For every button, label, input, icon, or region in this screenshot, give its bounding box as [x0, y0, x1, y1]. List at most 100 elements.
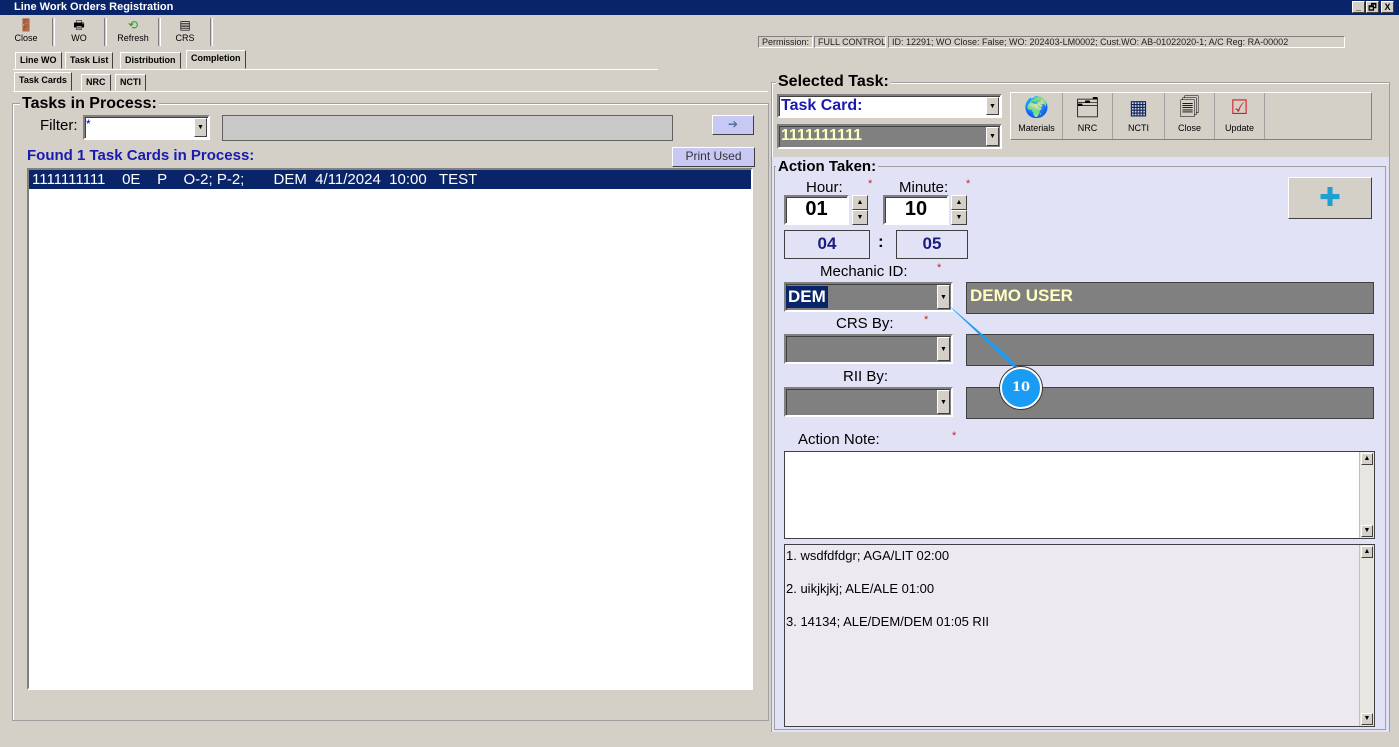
clipboard-check-icon: ☑ [1230, 97, 1249, 119]
crs-by-label: CRS By: [836, 315, 894, 332]
required-marker: * [952, 430, 957, 442]
apply-filter-button[interactable]: ➔ [712, 115, 754, 135]
label: NRC [1077, 123, 1098, 133]
toolbar-refresh-button[interactable]: ⟲ Refresh [112, 18, 154, 48]
form-edit-icon: ▤ [179, 18, 191, 32]
toolbar-crs-button[interactable]: ▤ CRS [165, 18, 205, 48]
mechanic-id-combo[interactable]: DEM ▼ [784, 282, 953, 312]
arrow-right-icon: ➔ [727, 117, 739, 131]
action-note-input[interactable]: ▲ ▼ [784, 451, 1375, 539]
tasks-in-process-title: Tasks in Process: [20, 95, 159, 112]
label: Materials [1018, 123, 1055, 133]
crs-by-combo[interactable]: ▼ [784, 334, 953, 364]
tab-distribution[interactable]: Distribution [120, 52, 181, 69]
minute-label: Minute: [899, 179, 949, 196]
minute-up-icon[interactable]: ▲ [951, 195, 967, 210]
plus-icon: ✚ [1319, 182, 1341, 212]
toolbar-close-button[interactable]: 🚪 Close [5, 18, 47, 48]
action-note-label: Action Note: [798, 431, 880, 448]
minute-down-icon[interactable]: ▼ [951, 210, 967, 225]
print-used-button[interactable]: Print Used [672, 147, 755, 167]
total-hours: 04 [784, 230, 870, 259]
update-button[interactable]: ☑ Update [1215, 93, 1265, 139]
nrc-button[interactable]: 🗂 NRC [1063, 93, 1113, 139]
separator [52, 18, 55, 46]
time-colon: : [878, 232, 884, 251]
permission-label: Permission: [758, 36, 813, 48]
globe-hand-icon: 🌍 [1024, 97, 1049, 119]
task-number-combo[interactable]: 1111111111 ▼ [777, 124, 1002, 149]
chevron-down-icon[interactable]: ▼ [194, 118, 207, 137]
task-number-value: 1111111111 [781, 127, 863, 144]
toolbar-wo-button[interactable]: 🖶 WO [60, 18, 98, 48]
subtab-task-cards[interactable]: Task Cards [14, 72, 72, 91]
found-count-label: Found 1 Task Cards in Process: [27, 147, 255, 164]
subtab-nrc[interactable]: NRC [81, 74, 111, 91]
label: NCTI [1128, 123, 1149, 133]
scrollbar[interactable]: ▲ ▼ [1359, 452, 1374, 538]
minimize-button[interactable]: _ [1352, 1, 1365, 13]
maximize-button[interactable]: 🗗 [1366, 1, 1379, 13]
required-marker: * [937, 262, 942, 274]
label: WO [71, 33, 87, 43]
label: Close [1177, 123, 1201, 133]
permission-value: FULL CONTROL [814, 36, 886, 48]
scrollbar[interactable]: ▲ ▼ [1359, 545, 1374, 726]
printer-icon: 🖶 [73, 18, 85, 32]
divider [13, 69, 658, 70]
separator [210, 18, 213, 46]
hour-label: Hour: [806, 179, 843, 196]
divider [13, 91, 768, 92]
task-type-value: Task Card: [781, 97, 863, 114]
close-task-button[interactable]: 🗐 Close [1165, 93, 1215, 139]
folder-doc-icon: 🗂 [1074, 97, 1101, 119]
rii-by-label: RII By: [843, 368, 889, 385]
log-entry: 3. 14134; ALE/DEM/DEM 01:05 RII [786, 614, 990, 629]
hour-input[interactable]: 01 [784, 195, 849, 225]
title-bar: Line Work Orders Registration [0, 0, 1399, 15]
window-title: Line Work Orders Registration [14, 1, 174, 13]
action-taken-title: Action Taken: [776, 158, 879, 175]
filter-label: Filter: [40, 117, 78, 134]
wo-info: ID: 12291; WO Close: False; WO: 202403-L… [888, 36, 1345, 48]
label: Refresh [117, 33, 149, 43]
tab-completion[interactable]: Completion [186, 50, 246, 69]
refresh-icon: ⟲ [127, 18, 139, 32]
log-entry: 1. wsdfdfdgr; AGA/LIT 02:00 [786, 548, 950, 563]
required-marker: * [868, 178, 873, 190]
callout-tail [945, 302, 1025, 378]
tab-task-list[interactable]: Task List [65, 52, 114, 69]
add-action-button[interactable]: ✚ [1288, 177, 1372, 219]
label: CRS [175, 33, 195, 43]
separator [158, 18, 161, 46]
separator [104, 18, 107, 46]
chevron-down-icon[interactable]: ▼ [986, 97, 999, 115]
mechanic-id-label: Mechanic ID: [820, 263, 908, 280]
chevron-down-icon[interactable]: ▼ [986, 127, 999, 146]
close-window-button[interactable]: X [1381, 1, 1394, 13]
filter-combo[interactable]: * ▼ [83, 115, 210, 140]
materials-button[interactable]: 🌍 Materials [1011, 93, 1063, 139]
rii-by-combo[interactable]: ▼ [784, 387, 953, 417]
callout-badge: 10 [1000, 367, 1042, 409]
minute-input[interactable]: 10 [883, 195, 949, 225]
required-marker: * [966, 178, 971, 190]
total-minutes: 05 [896, 230, 968, 259]
task-cards-list[interactable]: 1111111111 0E P O-2; P-2; DEM 4/11/2024 … [27, 168, 753, 690]
table-import-icon: ▦ [1129, 97, 1148, 119]
task-type-combo[interactable]: Task Card: ▼ [777, 94, 1002, 118]
filter-description [222, 115, 673, 141]
log-entry: 2. uikjkjkj; ALE/ALE 01:00 [786, 581, 935, 596]
task-actions-toolbar: 🌍 Materials 🗂 NRC ▦ NCTI 🗐 Close ☑ Update [1010, 92, 1372, 140]
selected-task-title: Selected Task: [776, 73, 891, 90]
mechanic-id-value: DEM [786, 286, 828, 308]
subtab-ncti[interactable]: NCTI [115, 74, 146, 91]
filter-value: * [86, 117, 91, 131]
list-item[interactable]: 1111111111 0E P O-2; P-2; DEM 4/11/2024 … [29, 170, 751, 189]
hour-down-icon[interactable]: ▼ [852, 210, 868, 225]
tab-line-wo[interactable]: Line WO [15, 52, 62, 69]
hour-up-icon[interactable]: ▲ [852, 195, 868, 210]
doc-transfer-icon: 🗐 [1179, 97, 1200, 119]
door-exit-icon: 🚪 [18, 18, 34, 32]
ncti-button[interactable]: ▦ NCTI [1113, 93, 1165, 139]
